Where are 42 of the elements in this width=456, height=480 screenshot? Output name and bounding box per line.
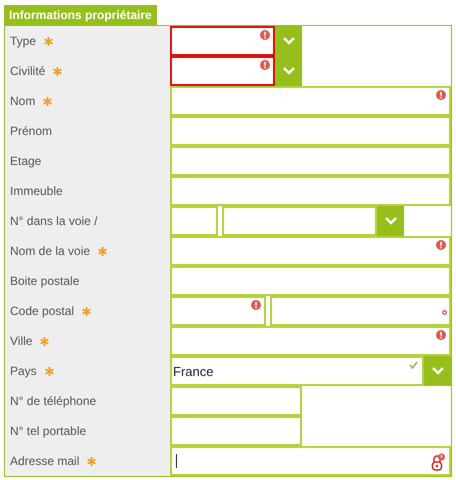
input-field[interactable]	[170, 146, 451, 176]
input-field[interactable]	[170, 236, 451, 266]
field-label: Ville	[10, 334, 32, 348]
select-field[interactable]: France	[170, 356, 424, 386]
field-label: Prénom	[10, 124, 52, 138]
input-field[interactable]	[170, 116, 451, 146]
field-label: Type	[10, 34, 36, 48]
field-value: France	[173, 364, 214, 378]
input-field[interactable]	[170, 446, 451, 476]
field-label: N° de téléphone	[10, 394, 96, 408]
field-label: Code postal	[10, 304, 74, 318]
input-field[interactable]	[170, 266, 451, 296]
field-label: Immeuble	[10, 184, 63, 198]
input-field[interactable]	[170, 386, 302, 416]
input-field[interactable]	[170, 206, 218, 236]
input-field[interactable]	[170, 326, 451, 356]
dropdown-button[interactable]	[275, 26, 302, 56]
section-title: Informations propriétaire	[4, 5, 157, 25]
field-label: Nom de la voie	[10, 244, 90, 258]
chevron-down-icon	[282, 67, 294, 75]
dropdown-button[interactable]	[424, 356, 451, 386]
field-label: Boite postale	[10, 274, 80, 288]
field-label: Adresse mail	[10, 454, 80, 468]
input-field[interactable]	[170, 176, 451, 206]
field-label: Civilité	[10, 64, 46, 78]
field-label: N° tel portable	[10, 424, 86, 438]
input-field[interactable]	[270, 296, 451, 326]
chevron-down-icon	[282, 37, 294, 45]
chevron-down-icon	[384, 217, 396, 225]
input-field[interactable]	[170, 86, 451, 116]
dropdown-button[interactable]	[377, 206, 404, 236]
select-field[interactable]	[222, 206, 377, 236]
select-field[interactable]	[170, 26, 275, 56]
chevron-down-icon	[432, 367, 444, 375]
field-label: N° dans la voie /	[10, 214, 98, 228]
input-field[interactable]	[170, 416, 302, 446]
field-label: Pays	[10, 364, 37, 378]
input-field[interactable]	[170, 296, 266, 326]
select-field[interactable]	[170, 56, 275, 86]
dropdown-button[interactable]	[275, 56, 302, 86]
field-label: Nom	[10, 94, 36, 108]
field-label: Etage	[10, 154, 42, 168]
